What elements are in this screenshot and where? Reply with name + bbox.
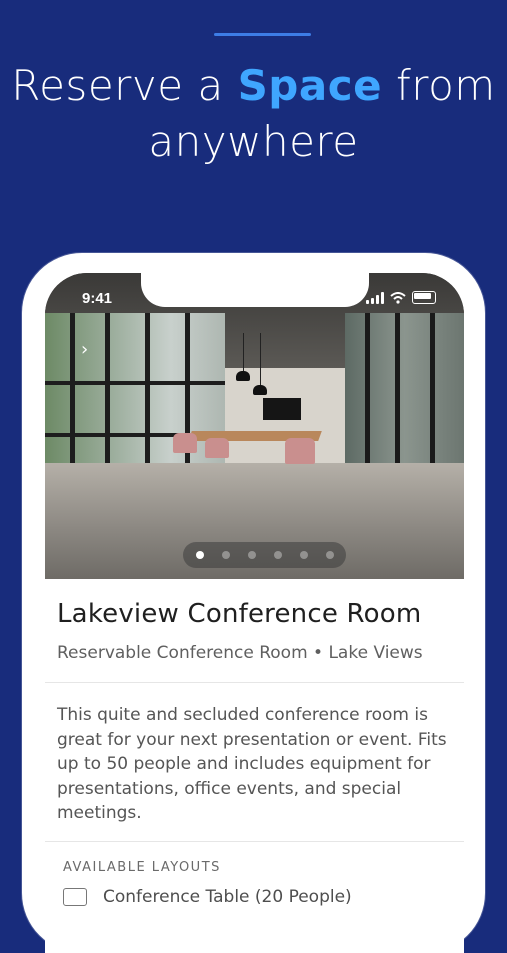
pendant-lamp — [236, 371, 250, 381]
chair — [205, 438, 229, 458]
pendant-lamp — [253, 385, 267, 395]
promo-headline: Reserve a Space from anywhere — [0, 58, 507, 170]
carousel-dot[interactable] — [195, 551, 204, 559]
wifi-icon — [390, 291, 406, 304]
layout-item-label: Conference Table (20 People) — [103, 887, 352, 907]
left-windows — [45, 313, 225, 483]
phone-frame: 9:41 › Lakeview Conference Room Reservab… — [22, 253, 485, 953]
accent-line — [214, 33, 311, 36]
carousel-dot[interactable] — [325, 551, 334, 559]
chair — [285, 438, 315, 464]
status-icons — [366, 291, 436, 304]
carousel-dot[interactable] — [221, 551, 230, 559]
carousel-dot[interactable] — [247, 551, 256, 559]
cellular-signal-icon — [366, 291, 384, 304]
carousel-indicator[interactable] — [183, 542, 346, 568]
divider — [45, 841, 464, 842]
room-title: Lakeview Conference Room — [57, 599, 422, 629]
headline-line2: anywhere — [148, 117, 359, 166]
tv-screen — [263, 398, 301, 420]
room-photo[interactable]: 9:41 › — [45, 273, 464, 579]
available-layouts-label: AVAILABLE LAYOUTS — [63, 860, 221, 875]
carousel-dot[interactable] — [299, 551, 308, 559]
app-screen: 9:41 › Lakeview Conference Room Reservab… — [45, 273, 464, 953]
carousel-dot[interactable] — [273, 551, 282, 559]
phone-notch — [141, 273, 369, 307]
table-icon — [63, 888, 87, 906]
room-description: This quite and secluded conference room … — [57, 705, 447, 823]
headline-pre: Reserve a — [11, 61, 238, 110]
status-time: 9:41 — [82, 290, 113, 307]
layout-item[interactable]: Conference Table (20 People) — [63, 887, 352, 907]
headline-post: from — [382, 61, 496, 110]
chair — [173, 433, 197, 453]
headline-highlight: Space — [237, 61, 383, 110]
chevron-right-icon[interactable]: › — [81, 339, 88, 360]
room-subtitle: Reservable Conference Room • Lake Views — [57, 643, 423, 663]
divider — [45, 682, 464, 683]
battery-icon — [412, 291, 436, 304]
